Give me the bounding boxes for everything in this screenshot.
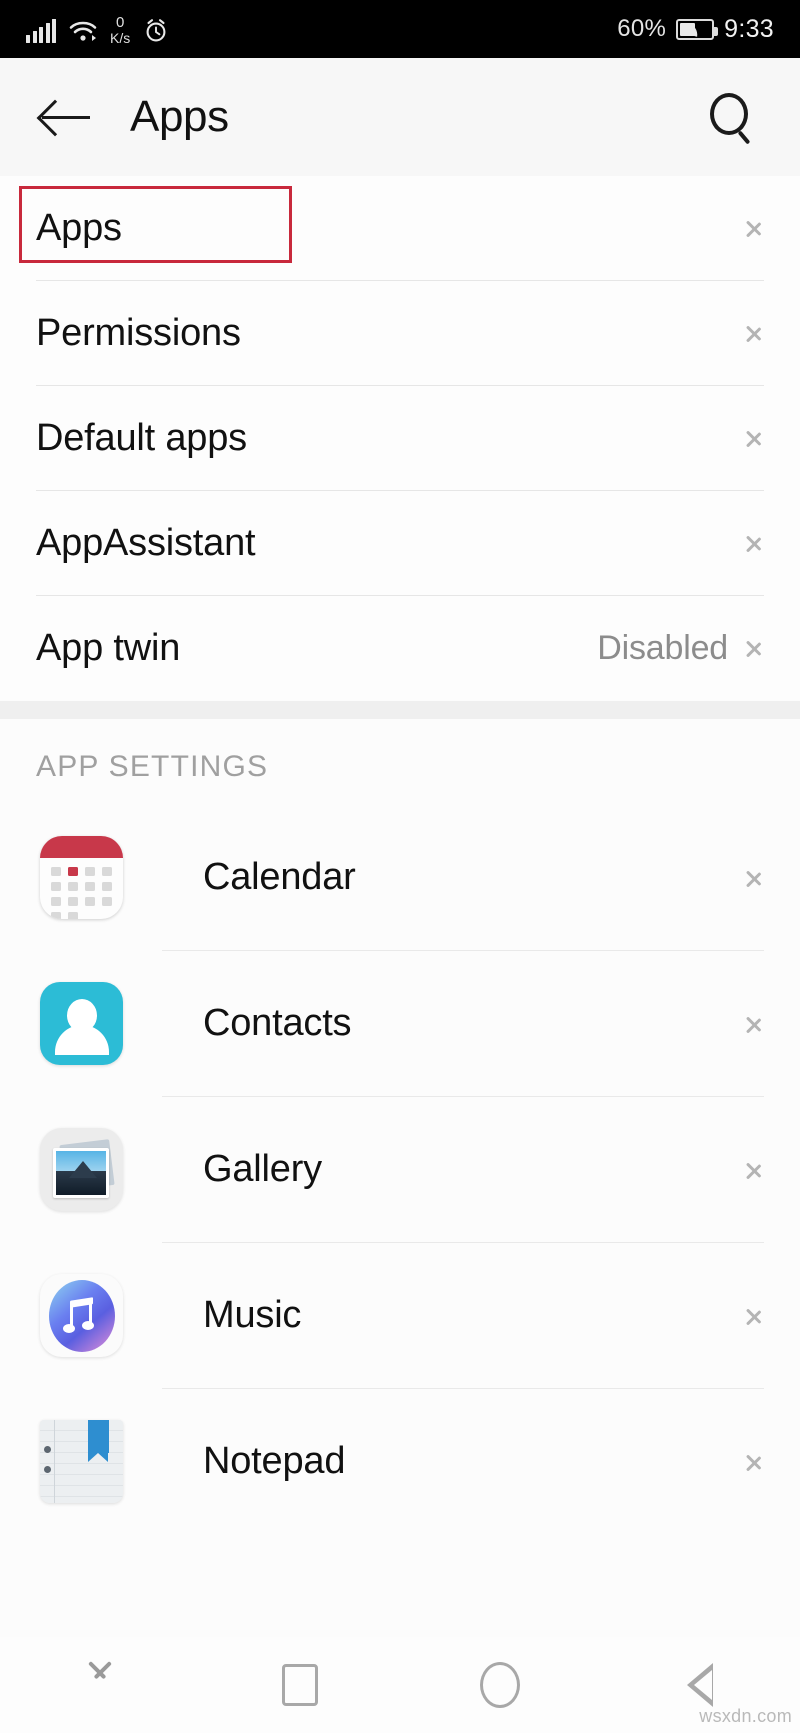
- app-row-contacts[interactable]: Contacts: [0, 951, 800, 1096]
- battery-percent-label: 60%: [617, 15, 667, 42]
- settings-list: Apps Permissions Default apps AppAssista…: [0, 176, 800, 700]
- app-row-music[interactable]: Music: [0, 1243, 800, 1388]
- status-bar: 0 K/s 60% 9:33: [0, 0, 800, 58]
- app-bar: Apps: [0, 58, 800, 176]
- app-row-calendar[interactable]: Calendar: [0, 805, 800, 950]
- app-row-gallery[interactable]: Gallery: [0, 1097, 800, 1242]
- signal-bars-icon: [26, 19, 56, 43]
- music-app-icon: [40, 1274, 123, 1357]
- settings-row-label: App twin: [36, 626, 181, 669]
- settings-row-permissions[interactable]: Permissions: [0, 281, 800, 385]
- chevron-down-icon: [83, 1668, 117, 1702]
- settings-row-label: Default apps: [36, 416, 247, 459]
- alarm-clock-icon: [146, 19, 166, 42]
- page-title: Apps: [130, 92, 229, 141]
- chevron-right-icon: [746, 421, 766, 455]
- chevron-right-icon: [746, 1445, 766, 1479]
- app-settings-list: Calendar Contacts Gallery Music Notepad: [0, 805, 800, 1534]
- navigation-bar: [0, 1637, 800, 1733]
- wifi-icon: [69, 21, 97, 41]
- chevron-right-icon: [746, 316, 766, 350]
- gallery-app-icon: [40, 1128, 123, 1211]
- battery-icon: [676, 18, 719, 40]
- network-speed-indicator: 0 K/s: [110, 15, 130, 45]
- app-row-label: Music: [203, 1294, 302, 1336]
- network-speed-value: 0: [115, 14, 125, 31]
- calendar-app-icon: [40, 836, 123, 919]
- settings-row-value: Disabled: [597, 628, 728, 667]
- recents-square-icon: [282, 1664, 318, 1706]
- clock-label: 9:33: [724, 14, 774, 43]
- section-separator-band: [0, 701, 800, 719]
- watermark-label: wsxdn.com: [699, 1706, 792, 1726]
- chevron-right-icon: [746, 211, 766, 245]
- nav-collapse-button[interactable]: [0, 1637, 200, 1733]
- status-bar-left: 0 K/s: [26, 15, 169, 45]
- settings-row-label: Permissions: [36, 311, 241, 354]
- settings-row-apps[interactable]: Apps: [0, 176, 800, 280]
- settings-row-app-twin[interactable]: App twin Disabled: [0, 596, 800, 700]
- settings-row-label: AppAssistant: [36, 521, 256, 564]
- search-icon[interactable]: [706, 90, 760, 145]
- notepad-app-icon: [40, 1420, 123, 1503]
- chevron-right-icon: [746, 1153, 766, 1187]
- app-row-label: Contacts: [203, 1002, 352, 1044]
- chevron-right-icon: [746, 1007, 766, 1041]
- network-speed-unit: K/s: [110, 30, 131, 46]
- settings-row-label: Apps: [36, 206, 122, 249]
- back-arrow-icon[interactable]: [40, 97, 92, 137]
- app-row-label: Calendar: [203, 856, 356, 898]
- back-triangle-icon: [687, 1663, 713, 1707]
- app-row-label: Gallery: [203, 1148, 322, 1190]
- chevron-right-icon: [746, 861, 766, 895]
- chevron-right-icon: [746, 1299, 766, 1333]
- app-settings-section-title: APP SETTINGS: [36, 750, 269, 783]
- app-row-notepad[interactable]: Notepad: [0, 1389, 800, 1534]
- settings-row-default-apps[interactable]: Default apps: [0, 386, 800, 490]
- status-bar-right: 60% 9:33: [617, 15, 774, 44]
- chevron-right-icon: [746, 631, 766, 665]
- home-circle-icon: [480, 1662, 520, 1708]
- phone-screen: 0 K/s 60% 9:33 Apps Apps Permissions Def…: [0, 0, 800, 1733]
- settings-row-appassistant[interactable]: AppAssistant: [0, 491, 800, 595]
- nav-recents-button[interactable]: [200, 1637, 400, 1733]
- contacts-app-icon: [40, 982, 123, 1065]
- app-row-label: Notepad: [203, 1440, 346, 1482]
- nav-home-button[interactable]: [400, 1637, 600, 1733]
- chevron-right-icon: [746, 526, 766, 560]
